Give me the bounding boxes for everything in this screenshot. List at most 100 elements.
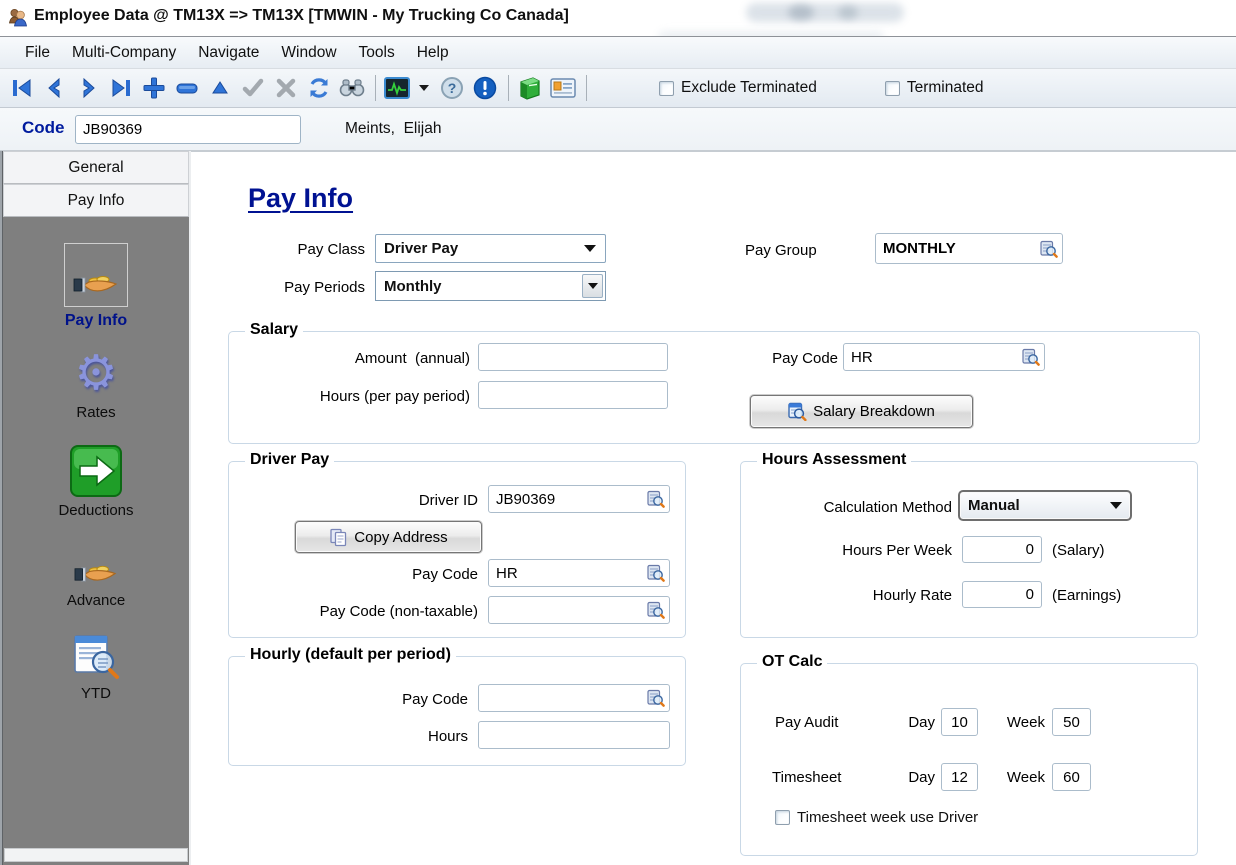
sidebar-item-label: Rates: [76, 404, 116, 421]
copy-address-button[interactable]: Copy Address: [295, 521, 482, 553]
sidebar-item-ytd[interactable]: YTD: [3, 634, 189, 702]
menu-navigate[interactable]: Navigate: [187, 37, 270, 68]
menu-window[interactable]: Window: [270, 37, 347, 68]
salary-breakdown-label: Salary Breakdown: [813, 403, 935, 420]
sort-ascending-button[interactable]: [207, 74, 233, 102]
terminal-button[interactable]: [384, 74, 410, 102]
last-record-button[interactable]: [108, 74, 134, 102]
manual-button[interactable]: [517, 74, 543, 102]
sidebar: General Pay Info Pay Info ⚙ Rates Deduct…: [2, 151, 191, 865]
sidebar-bottom-strip: [4, 848, 188, 862]
timesheet-day-label: Day: [908, 769, 935, 786]
pay-group-input[interactable]: [875, 233, 1063, 264]
delete-record-button[interactable]: [174, 74, 200, 102]
terminal-dropdown-arrow[interactable]: [419, 85, 429, 91]
sidebar-item-advance[interactable]: Advance: [3, 560, 189, 609]
green-arrow-icon: [70, 445, 122, 497]
menu-bar: File Multi-Company Navigate Window Tools…: [0, 36, 1236, 69]
lookup-icon[interactable]: [1022, 348, 1040, 366]
terminated-checkbox[interactable]: [884, 80, 900, 96]
window-title: Employee Data @ TM13X => TM13X [TMWIN - …: [34, 7, 569, 24]
pay-periods-value: Monthly: [384, 277, 442, 295]
sidebar-tab-general[interactable]: General: [3, 151, 189, 184]
binoculars-icon: [339, 79, 365, 97]
salary-breakdown-button[interactable]: Salary Breakdown: [750, 395, 973, 428]
sidebar-tab-pay-info[interactable]: Pay Info: [3, 184, 189, 217]
salary-amount-input[interactable]: [478, 343, 668, 371]
check-icon: [242, 78, 264, 97]
selected-item-frame: [64, 243, 128, 307]
terminated-label: Terminated: [906, 79, 984, 96]
add-record-button[interactable]: [141, 74, 167, 102]
next-record-button[interactable]: [75, 74, 101, 102]
employee-card-button[interactable]: [550, 74, 576, 102]
hourly-rate-input[interactable]: [962, 581, 1042, 608]
driver-pay-code-nt-input[interactable]: [488, 596, 670, 624]
driver-pay-code-input[interactable]: [488, 559, 670, 587]
redacted-window-control-dot: [788, 5, 814, 20]
lookup-icon[interactable]: [647, 601, 665, 619]
lookup-icon[interactable]: [647, 490, 665, 508]
salary-pay-code-input[interactable]: [843, 343, 1045, 371]
menu-help[interactable]: Help: [406, 37, 460, 68]
sidebar-item-label: Pay Info: [64, 312, 128, 329]
gear-icon: ⚙: [74, 345, 118, 401]
salary-hours-input[interactable]: [478, 381, 668, 409]
add-record-icon: [143, 77, 165, 99]
find-button[interactable]: [339, 74, 365, 102]
pay-audit-day-input[interactable]: [941, 708, 978, 736]
pay-periods-combobox[interactable]: Monthly: [375, 271, 606, 301]
toolbar-separator: [375, 75, 376, 101]
hours-per-week-input[interactable]: [962, 536, 1042, 563]
first-record-icon: [13, 79, 31, 97]
timesheet-week-label: Week: [1006, 769, 1045, 786]
hourly-hours-input[interactable]: [478, 721, 670, 749]
sidebar-item-rates[interactable]: ⚙ Rates: [3, 347, 189, 421]
lookup-icon[interactable]: [1040, 240, 1058, 258]
first-record-button[interactable]: [9, 74, 35, 102]
sidebar-tab-pay-info-label: Pay Info: [67, 191, 125, 209]
help-button[interactable]: ?: [439, 74, 465, 102]
previous-record-icon: [48, 77, 60, 99]
driver-pay-code-nt-label: Pay Code (non-taxable): [319, 603, 478, 620]
code-input[interactable]: [75, 115, 301, 144]
terminal-icon: [384, 77, 410, 99]
timesheet-week-use-driver-checkbox[interactable]: [775, 810, 790, 825]
salary-pay-code-label: Pay Code: [772, 350, 838, 367]
timesheet-week-input[interactable]: [1052, 763, 1091, 791]
driver-id-input[interactable]: [488, 485, 670, 513]
pay-class-dropdown[interactable]: Driver Pay: [375, 234, 606, 263]
calculation-method-dropdown[interactable]: Manual: [958, 490, 1132, 521]
ot-calc-legend: OT Calc: [757, 653, 828, 671]
timesheet-label: Timesheet: [772, 769, 842, 786]
lookup-icon[interactable]: [647, 564, 665, 582]
pay-hand-icon: [73, 276, 118, 293]
refresh-button[interactable]: [306, 74, 332, 102]
cancel-button[interactable]: [273, 74, 299, 102]
menu-multi-company[interactable]: Multi-Company: [61, 37, 187, 68]
alert-button[interactable]: [472, 74, 498, 102]
employee-name: Meints, Elijah: [345, 120, 442, 137]
lookup-icon[interactable]: [647, 689, 665, 707]
sidebar-item-pay-info[interactable]: Pay Info: [3, 243, 189, 330]
previous-record-button[interactable]: [42, 74, 68, 102]
copy-address-label: Copy Address: [354, 528, 448, 546]
hours-assessment-legend: Hours Assessment: [757, 451, 912, 469]
hours-per-week-label: Hours Per Week: [842, 542, 952, 559]
combobox-dropdown-button[interactable]: [582, 274, 603, 298]
last-record-icon: [112, 79, 130, 97]
menu-file[interactable]: File: [14, 37, 61, 68]
exclude-terminated-checkbox[interactable]: [659, 80, 674, 96]
toolbar-separator: [586, 75, 587, 101]
timesheet-day-input[interactable]: [941, 763, 978, 791]
calculation-method-value: Manual: [968, 497, 1020, 514]
confirm-button[interactable]: [240, 74, 266, 102]
hourly-pay-code-label: Pay Code: [402, 691, 468, 708]
driver-id-field: [488, 485, 670, 513]
pay-group-label: Pay Group: [745, 242, 817, 259]
sidebar-item-label: YTD: [81, 685, 111, 702]
menu-tools[interactable]: Tools: [348, 37, 406, 68]
hourly-pay-code-input[interactable]: [478, 684, 670, 712]
pay-audit-week-input[interactable]: [1052, 708, 1091, 736]
sidebar-item-deductions[interactable]: Deductions: [3, 445, 189, 519]
